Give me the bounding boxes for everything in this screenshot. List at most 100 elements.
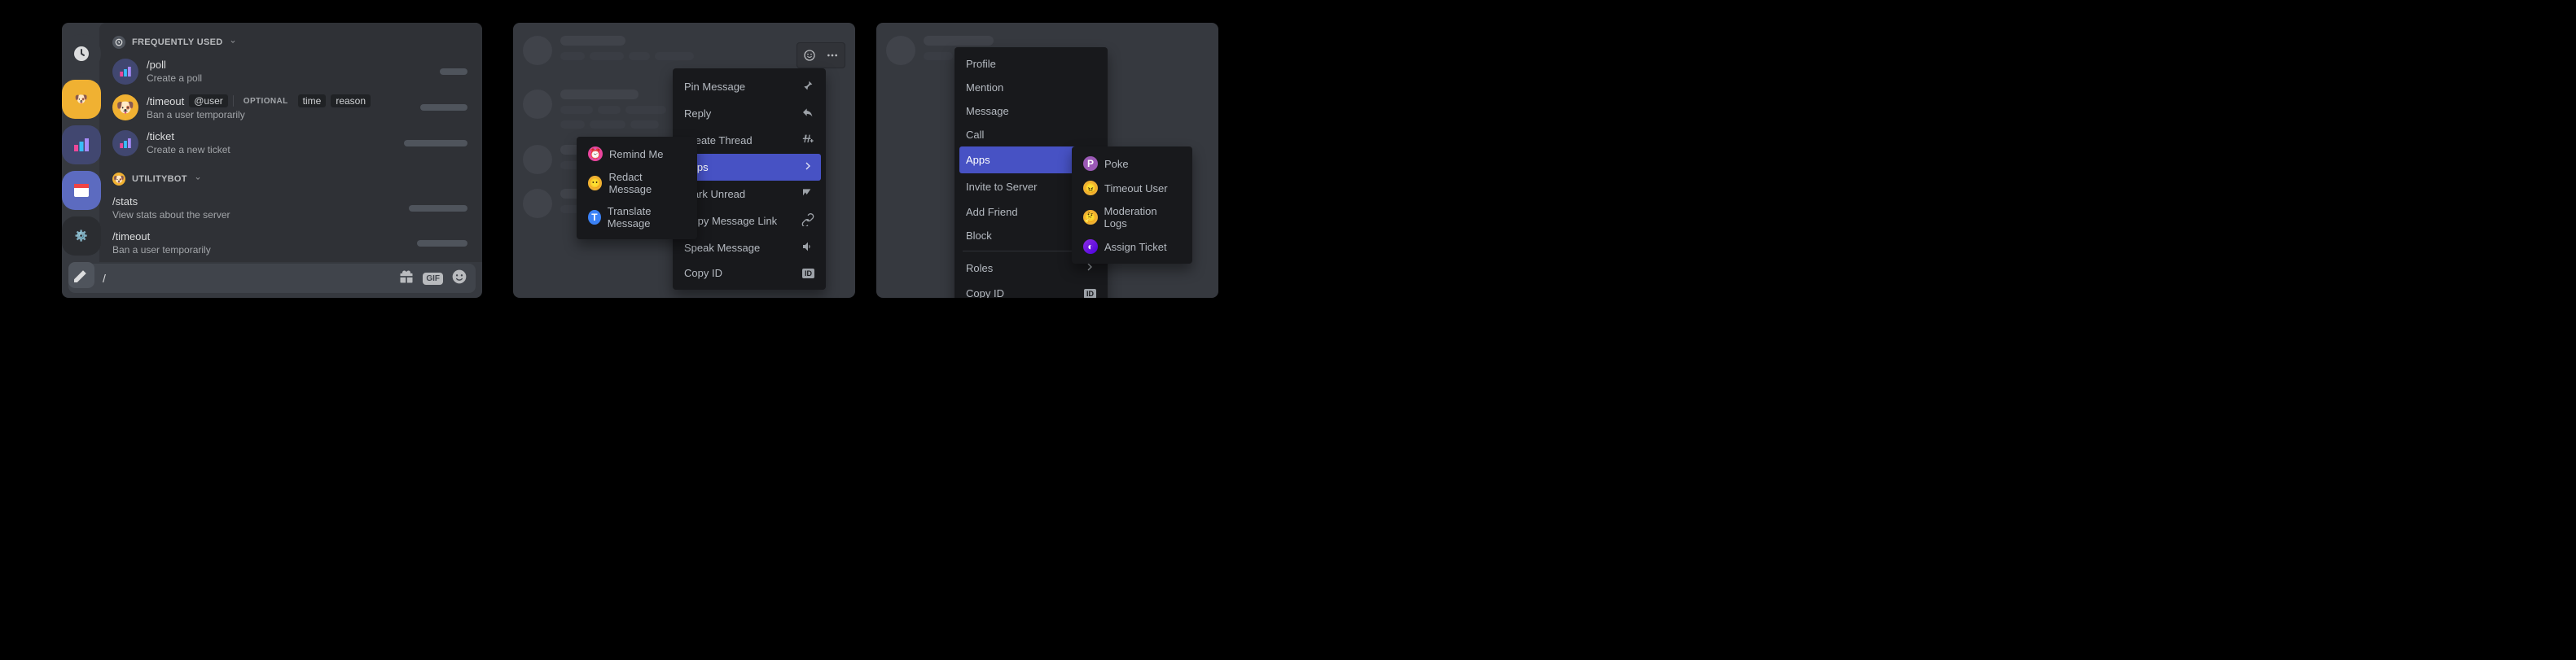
menu-label: Pin Message xyxy=(684,81,745,93)
emoji-icon[interactable] xyxy=(451,269,467,289)
placeholder-pill xyxy=(440,68,467,75)
clock-icon xyxy=(112,36,125,49)
menu-label: Message xyxy=(966,105,1009,117)
command-list: FREQUENTLY USED /poll Create a poll 🐶 /t… xyxy=(99,23,482,262)
menu-apps[interactable]: Apps xyxy=(678,154,821,181)
command-description: Create a poll xyxy=(147,72,202,84)
app-icon: 😠 xyxy=(1083,181,1098,195)
app-icon: P xyxy=(1083,156,1098,171)
chevron-right-icon xyxy=(801,160,814,175)
placeholder-pill xyxy=(420,104,467,111)
rail-clock-icon[interactable] xyxy=(62,34,101,73)
optional-label: OPTIONAL xyxy=(239,96,293,107)
rail-server-chart[interactable] xyxy=(62,125,101,164)
id-icon: ID xyxy=(802,269,814,278)
menu-label: Roles xyxy=(966,262,993,274)
link-icon xyxy=(801,213,814,229)
command-description: Ban a user temporarily xyxy=(147,109,371,120)
menu-label: Block xyxy=(966,229,992,242)
app-timeout-user[interactable]: 😠 Timeout User xyxy=(1077,176,1187,200)
menu-profile[interactable]: Profile xyxy=(959,52,1103,76)
app-label: Poke xyxy=(1104,158,1129,170)
unread-icon xyxy=(801,186,814,202)
command-name: /timeout @user OPTIONAL time reason xyxy=(147,94,371,107)
more-icon[interactable] xyxy=(822,45,843,66)
placeholder-pill xyxy=(404,140,467,146)
arg-reason: reason xyxy=(331,94,371,107)
app-label: Remind Me xyxy=(609,148,663,160)
app-label: Moderation Logs xyxy=(1104,205,1181,229)
command-ticket[interactable]: /ticket Create a new ticket xyxy=(106,125,476,161)
command-icon xyxy=(112,59,138,85)
menu-copy-id[interactable]: Copy ID ID xyxy=(959,282,1103,298)
rail-edit-icon[interactable] xyxy=(68,262,94,288)
section-utilitybot-header[interactable]: 🐶 UTILITYBOT xyxy=(106,166,476,190)
gift-icon[interactable] xyxy=(398,269,415,289)
gif-icon[interactable]: GIF xyxy=(423,273,443,285)
app-label: Translate Message xyxy=(608,205,686,229)
app-label: Assign Ticket xyxy=(1104,241,1167,253)
menu-message[interactable]: Message xyxy=(959,99,1103,123)
apps-submenu: ⏰ Remind Me 😶 Redact Message T Translate… xyxy=(577,137,697,239)
app-remind-me[interactable]: ⏰ Remind Me xyxy=(581,142,692,166)
menu-call[interactable]: Call xyxy=(959,123,1103,146)
bot-icon: 🐶 xyxy=(112,173,125,186)
rail-server-gear[interactable]: ⚙️ xyxy=(62,216,101,256)
command-timeout[interactable]: 🐶 /timeout @user OPTIONAL time reason Ba… xyxy=(106,90,476,125)
menu-label: Call xyxy=(966,129,984,141)
app-assign-ticket[interactable]: ◐ Assign Ticket xyxy=(1077,234,1187,259)
command-name: /ticket xyxy=(147,130,230,142)
app-icon: T xyxy=(588,210,601,225)
command-stats[interactable]: /stats View stats about the server xyxy=(106,190,476,225)
command-description: Ban a user temporarily xyxy=(112,244,211,256)
app-icon: ⏰ xyxy=(588,146,603,161)
rail-server-dog[interactable]: 🐶 xyxy=(62,80,101,119)
menu-label: Reply xyxy=(684,107,711,120)
menu-pin-message[interactable]: Pin Message xyxy=(678,73,821,100)
menu-label: Apps xyxy=(966,154,990,166)
section-frequently-used-header[interactable]: FREQUENTLY USED xyxy=(106,29,476,54)
menu-copy-link[interactable]: Copy Message Link xyxy=(678,208,821,234)
command-name: /stats xyxy=(112,195,230,208)
menu-speak-message[interactable]: Speak Message xyxy=(678,234,821,261)
apps-submenu: P Poke 😠 Timeout User 🤔 Moderation Logs … xyxy=(1072,146,1192,264)
pin-icon xyxy=(801,79,814,94)
menu-label: Mention xyxy=(966,81,1003,94)
slash-command-panel: FREQUENTLY USED /poll Create a poll 🐶 /t… xyxy=(62,23,482,298)
menu-reply[interactable]: Reply xyxy=(678,100,821,127)
app-redact[interactable]: 😶 Redact Message xyxy=(581,166,692,200)
section-header-label: UTILITYBOT xyxy=(132,174,187,184)
menu-mark-unread[interactable]: Mark Unread xyxy=(678,181,821,208)
placeholder-pill xyxy=(417,240,467,247)
speak-icon xyxy=(801,240,814,256)
command-poll[interactable]: /poll Create a poll xyxy=(106,54,476,90)
thread-icon xyxy=(801,133,814,148)
chevron-down-icon xyxy=(194,174,202,185)
menu-create-thread[interactable]: Create Thread xyxy=(678,127,821,154)
reply-icon xyxy=(801,106,814,121)
app-icon: 😶 xyxy=(588,176,602,190)
command-description: Create a new ticket xyxy=(147,144,230,155)
rail-server-window[interactable] xyxy=(62,171,101,210)
message-context-panel: Pin Message Reply Create Thread Apps Mar… xyxy=(513,23,855,298)
emoji-react-icon[interactable] xyxy=(799,45,820,66)
menu-copy-id[interactable]: Copy ID ID xyxy=(678,261,821,285)
app-mod-logs[interactable]: 🤔 Moderation Logs xyxy=(1077,200,1187,234)
menu-label: Speak Message xyxy=(684,242,760,254)
placeholder-pill xyxy=(409,205,467,212)
command-timeout-2[interactable]: /timeout Ban a user temporarily xyxy=(106,225,476,260)
input-value[interactable]: / xyxy=(103,272,390,285)
command-description: View stats about the server xyxy=(112,209,230,221)
command-name: /poll xyxy=(147,59,202,71)
app-translate[interactable]: T Translate Message xyxy=(581,200,692,234)
app-poke[interactable]: P Poke xyxy=(1077,151,1187,176)
message-input[interactable]: + / GIF xyxy=(68,264,476,293)
menu-label: Copy ID xyxy=(684,267,722,279)
app-label: Redact Message xyxy=(608,171,686,195)
arg-time: time xyxy=(298,94,327,107)
section-header-label: FREQUENTLY USED xyxy=(132,37,222,47)
user-context-panel: Profile Mention Message Call Apps Invite… xyxy=(876,23,1218,298)
command-icon: 🐶 xyxy=(112,94,138,120)
arg-user: @user xyxy=(189,94,228,107)
menu-mention[interactable]: Mention xyxy=(959,76,1103,99)
